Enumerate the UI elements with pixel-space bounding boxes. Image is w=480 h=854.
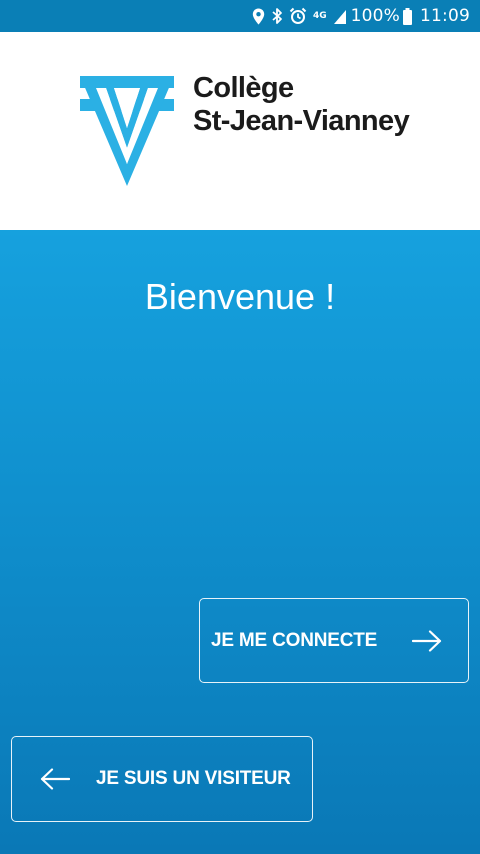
- arrow-left-icon: [40, 768, 70, 790]
- login-button[interactable]: JE ME CONNECTE: [199, 598, 469, 683]
- college-name-line2: St-Jean-Vianney: [193, 105, 410, 137]
- alarm-icon: [289, 6, 307, 26]
- signal-icon: [333, 6, 347, 26]
- login-button-label: JE ME CONNECTE: [211, 629, 378, 651]
- battery-icon: [403, 6, 412, 26]
- status-bar: 4G 100% 11:09: [0, 0, 480, 32]
- college-name-line1: Collège: [193, 72, 294, 104]
- welcome-title: Bienvenue !: [144, 276, 336, 317]
- welcome-panel: Bienvenue ! JE ME CONNECTE JE SUIS UN VI…: [0, 230, 480, 854]
- college-logo-icon: [80, 76, 174, 186]
- header: Collège St-Jean-Vianney: [0, 32, 480, 230]
- college-name: Collège St-Jean-Vianney: [193, 72, 410, 138]
- location-icon: [252, 6, 265, 26]
- clock-time: 11:09: [420, 6, 470, 26]
- network-type-text: 4G: [312, 10, 327, 21]
- visitor-button-label: JE SUIS UN VISITEUR: [96, 768, 291, 789]
- visitor-button[interactable]: JE SUIS UN VISITEUR: [11, 736, 313, 822]
- bluetooth-icon: [271, 6, 283, 26]
- arrow-right-icon: [412, 629, 442, 652]
- battery-percent: 100%: [350, 6, 400, 26]
- network-4g-label: 4G: [313, 6, 327, 26]
- app-screen: 4G 100% 11:09 Collège St-Jean-Vianney Bi…: [0, 0, 480, 854]
